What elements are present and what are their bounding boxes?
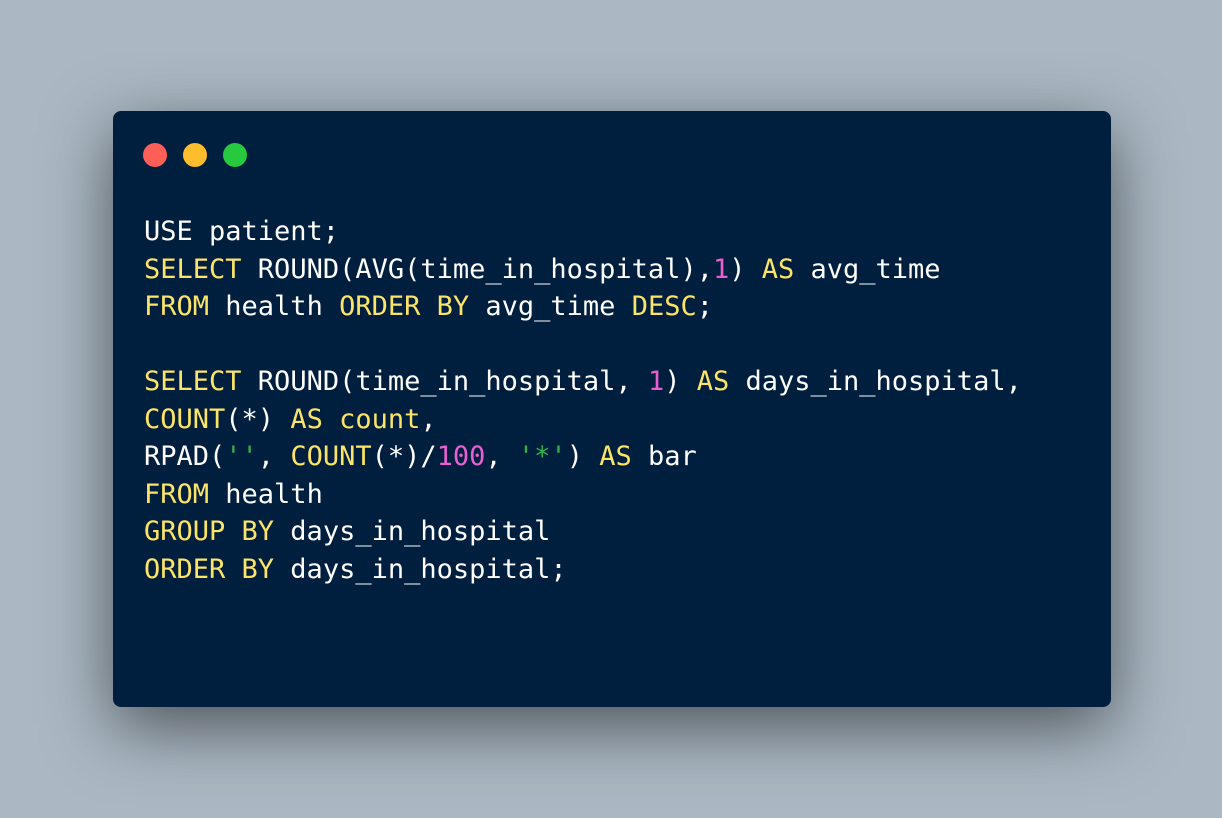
code-line: RPAD('', COUNT(*)/100, '*') AS bar xyxy=(144,438,1022,476)
sql-number: 100 xyxy=(436,441,486,472)
sql-string: '' xyxy=(225,441,258,472)
sql-keyword: AS xyxy=(696,366,730,397)
code-text: ROUND(AVG(time_in_hospital), xyxy=(241,253,713,285)
sql-keyword: DESC xyxy=(631,291,697,322)
code-window: USE patient; SELECT ROUND(AVG(time_in_hos… xyxy=(113,111,1111,707)
sql-number: 1 xyxy=(647,366,665,397)
code-text: days_in_hospital; xyxy=(274,553,567,585)
code-text: ROUND(time_in_hospital, xyxy=(241,366,648,397)
sql-string: '*' xyxy=(517,441,567,472)
window-controls xyxy=(143,143,247,167)
code-block: USE patient; SELECT ROUND(AVG(time_in_hos… xyxy=(144,213,1022,588)
sql-keyword: COUNT xyxy=(290,441,372,472)
code-text: health xyxy=(209,291,340,322)
zoom-button[interactable] xyxy=(223,143,247,167)
sql-keyword: FROM xyxy=(144,291,210,322)
code-line: COUNT(*) AS count, xyxy=(144,401,1022,439)
code-text: (*)/ xyxy=(371,441,437,472)
sql-keyword: AS xyxy=(599,441,632,472)
code-line: FROM health ORDER BY avg_time DESC; xyxy=(144,288,1022,326)
code-line: USE patient; xyxy=(144,213,1022,251)
code-text: ) xyxy=(729,253,762,285)
code-text: ) xyxy=(664,366,697,397)
code-text: days_in_hospital, xyxy=(729,366,1022,397)
sql-keyword: SELECT xyxy=(144,253,242,285)
code-text: ; xyxy=(696,291,713,322)
code-text: USE patient; xyxy=(144,216,340,247)
code-text: avg_time xyxy=(794,253,941,285)
sql-keyword: FROM xyxy=(144,478,210,510)
code-text: bar xyxy=(631,441,697,472)
code-text: , xyxy=(257,441,291,472)
code-text: ) xyxy=(566,441,600,472)
code-line: FROM health xyxy=(144,476,1022,514)
code-text: health xyxy=(209,478,323,510)
code-line: SELECT ROUND(time_in_hospital, 1) AS day… xyxy=(144,363,1022,401)
code-text: RPAD( xyxy=(144,441,226,472)
code-text: (*) xyxy=(225,403,291,435)
code-line: GROUP BY days_in_hospital xyxy=(144,513,1022,551)
sql-keyword: GROUP BY xyxy=(144,516,275,547)
code-text: days_in_hospital xyxy=(274,516,551,547)
close-button[interactable] xyxy=(143,143,167,167)
sql-keyword: ORDER BY xyxy=(144,553,275,585)
sql-keyword: COUNT xyxy=(144,403,226,435)
code-text: avg_time xyxy=(469,291,632,322)
code-line: ORDER BY days_in_hospital; xyxy=(144,551,1022,589)
sql-number: 1 xyxy=(712,253,730,285)
sql-keyword: count xyxy=(339,403,421,435)
sql-keyword: SELECT xyxy=(144,366,242,397)
code-line: SELECT ROUND(AVG(time_in_hospital),1) AS… xyxy=(144,251,1022,289)
sql-keyword: ORDER BY xyxy=(339,291,470,322)
sql-keyword: AS xyxy=(761,253,795,285)
sql-keyword: AS xyxy=(290,403,323,435)
minimize-button[interactable] xyxy=(183,143,207,167)
code-text: , xyxy=(485,441,518,472)
code-text: , xyxy=(420,403,437,435)
